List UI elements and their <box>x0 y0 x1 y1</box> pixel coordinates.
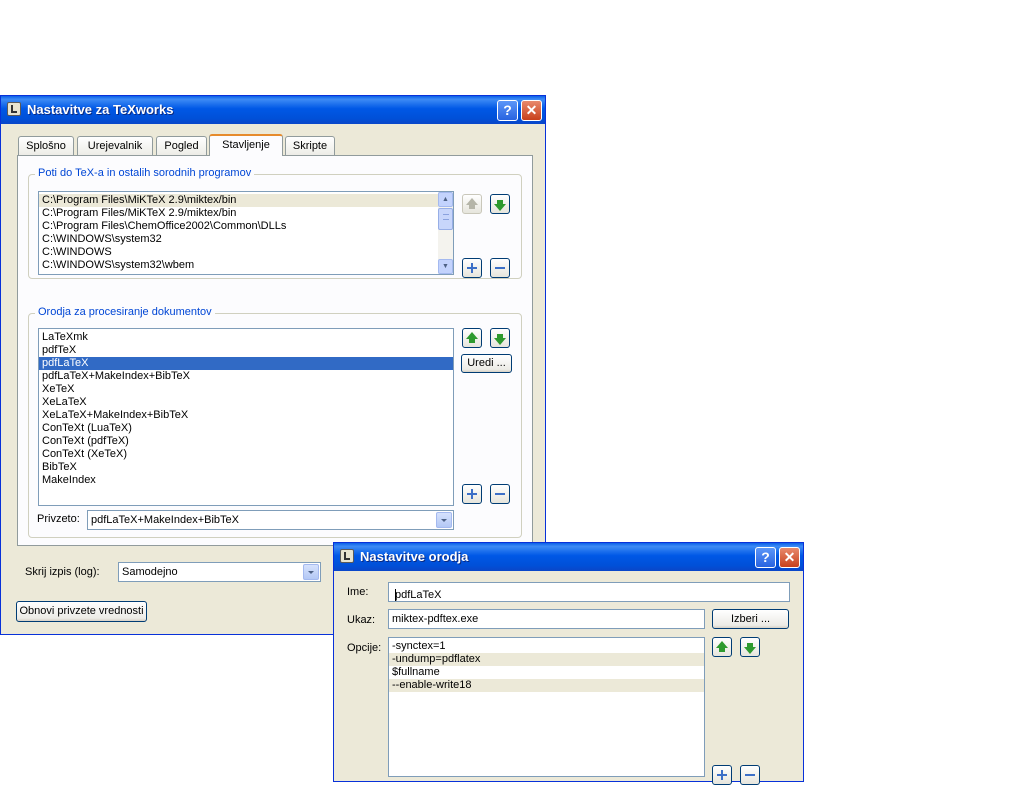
options-list[interactable]: -synctex=1 -undump=pdflatex $fullname --… <box>388 637 705 777</box>
app-icon <box>340 549 354 563</box>
path-move-up-button[interactable] <box>462 194 482 214</box>
restore-defaults-button[interactable]: Obnovi privzete vrednosti <box>16 601 147 622</box>
tool-settings-titlebar[interactable]: Nastavitve orodja ? ✕ <box>334 543 803 571</box>
path-item[interactable]: C:\WINDOWS\system32 <box>39 233 438 246</box>
tool-move-up-button[interactable] <box>462 328 482 348</box>
tool-item[interactable]: BibTeX <box>39 461 453 474</box>
tab-scripts[interactable]: Skripte <box>285 136 335 156</box>
command-field-value: miktex-pdftex.exe <box>392 613 479 625</box>
option-add-button[interactable] <box>712 765 732 785</box>
paths-scrollbar[interactable]: ▲ ▼ <box>438 192 453 274</box>
path-item[interactable]: C:\Program Files\ChemOffice2002\Common\D… <box>39 220 438 233</box>
path-item[interactable]: C:\Program Files\MiKTeX 2.9\miktex/bin <box>39 194 438 207</box>
chevron-down-icon[interactable] <box>303 564 319 580</box>
options-label: Opcije: <box>347 642 382 654</box>
scroll-down-icon[interactable]: ▼ <box>438 259 453 274</box>
preferences-title: Nastavitve za TeXworks <box>27 102 174 117</box>
hide-log-select[interactable]: Samodejno <box>118 562 321 582</box>
plus-icon <box>467 489 477 499</box>
minus-icon <box>745 774 755 776</box>
browse-button[interactable]: Izberi ... <box>712 609 789 629</box>
tools-group-title: Orodja za procesiranje dokumentov <box>35 306 215 318</box>
default-tool-select[interactable]: pdfLaTeX+MakeIndex+BibTeX <box>87 510 454 530</box>
minus-icon <box>495 267 505 269</box>
paths-list[interactable]: C:\Program Files\MiKTeX 2.9\miktex/bin C… <box>38 191 454 275</box>
option-move-up-button[interactable] <box>712 637 732 657</box>
paths-group-title: Poti do TeX-a in ostalih sorodnih progra… <box>35 167 255 179</box>
option-item[interactable]: -synctex=1 <box>389 640 704 653</box>
tool-item[interactable]: LaTeXmk <box>39 331 453 344</box>
hide-log-label: Skrij izpis (log): <box>25 566 100 578</box>
tool-item[interactable]: ConTeXt (pdfTeX) <box>39 435 453 448</box>
arrow-up-icon <box>466 332 478 343</box>
arrow-up-icon <box>716 641 728 652</box>
option-remove-button[interactable] <box>740 765 760 785</box>
path-remove-button[interactable] <box>490 258 510 278</box>
help-button[interactable]: ? <box>755 547 776 568</box>
path-item[interactable]: C:\WINDOWS\system32\wbem <box>39 259 438 272</box>
option-item[interactable]: $fullname <box>389 666 704 679</box>
path-item[interactable]: C:\WINDOWS <box>39 246 438 259</box>
scroll-thumb[interactable] <box>438 208 453 230</box>
tool-add-button[interactable] <box>462 484 482 504</box>
arrow-up-icon <box>466 198 478 209</box>
app-icon <box>7 102 21 116</box>
path-item[interactable]: C:\Program Files/MiKTeX 2.9/miktex/bin <box>39 207 438 220</box>
path-move-down-button[interactable] <box>490 194 510 214</box>
chevron-down-icon[interactable] <box>436 512 452 528</box>
tab-view[interactable]: Pogled <box>156 136 207 156</box>
plus-icon <box>467 263 477 273</box>
plus-icon <box>717 770 727 780</box>
command-label: Ukaz: <box>347 614 376 626</box>
tab-editor[interactable]: Urejevalnik <box>77 136 153 156</box>
tool-move-down-button[interactable] <box>490 328 510 348</box>
close-button[interactable]: ✕ <box>521 100 542 121</box>
tool-item-selected[interactable]: pdfLaTeX <box>39 357 453 370</box>
option-move-down-button[interactable] <box>740 637 760 657</box>
edit-tool-button[interactable]: Uredi ... <box>461 354 512 373</box>
close-button[interactable]: ✕ <box>779 547 800 568</box>
tool-item[interactable]: pdfLaTeX+MakeIndex+BibTeX <box>39 370 453 383</box>
tools-group: Orodja za procesiranje dokumentov LaTeXm… <box>28 306 522 538</box>
tab-general[interactable]: Splošno <box>18 136 74 156</box>
option-item[interactable]: -undump=pdflatex <box>389 653 704 666</box>
tool-item[interactable]: ConTeXt (LuaTeX) <box>39 422 453 435</box>
tool-remove-button[interactable] <box>490 484 510 504</box>
help-button[interactable]: ? <box>497 100 518 121</box>
option-item[interactable]: --enable-write18 <box>389 679 704 692</box>
tools-list[interactable]: LaTeXmk pdfTeX pdfLaTeX pdfLaTeX+MakeInd… <box>38 328 454 506</box>
paths-group: Poti do TeX-a in ostalih sorodnih progra… <box>28 167 522 279</box>
default-tool-label: Privzeto: <box>37 513 80 525</box>
tool-item[interactable]: MakeIndex <box>39 474 453 487</box>
command-field[interactable]: miktex-pdftex.exe <box>388 609 705 629</box>
tool-item[interactable]: XeLaTeX <box>39 396 453 409</box>
default-tool-value: pdfLaTeX+MakeIndex+BibTeX <box>91 514 239 526</box>
arrow-down-icon <box>494 334 506 345</box>
tool-settings-window: Nastavitve orodja ? ✕ Ime: pdfLaTeX Ukaz… <box>333 542 804 785</box>
path-add-button[interactable] <box>462 258 482 278</box>
scroll-up-icon[interactable]: ▲ <box>438 192 453 207</box>
name-field[interactable]: pdfLaTeX <box>388 582 790 602</box>
tool-settings-title: Nastavitve orodja <box>360 549 469 564</box>
name-label: Ime: <box>347 586 369 598</box>
tool-item[interactable]: ConTeXt (XeTeX) <box>39 448 453 461</box>
arrow-down-icon <box>494 200 506 211</box>
tool-item[interactable]: XeTeX <box>39 383 453 396</box>
hide-log-value: Samodejno <box>122 566 178 578</box>
minus-icon <box>495 493 505 495</box>
tool-item[interactable]: XeLaTeX+MakeIndex+BibTeX <box>39 409 453 422</box>
tab-typesetting[interactable]: Stavljenje <box>209 134 283 156</box>
preferences-titlebar[interactable]: Nastavitve za TeXworks ? ✕ <box>1 96 545 124</box>
typesetting-panel: Poti do TeX-a in ostalih sorodnih progra… <box>17 155 533 546</box>
tool-item[interactable]: pdfTeX <box>39 344 453 357</box>
arrow-down-icon <box>744 643 756 654</box>
